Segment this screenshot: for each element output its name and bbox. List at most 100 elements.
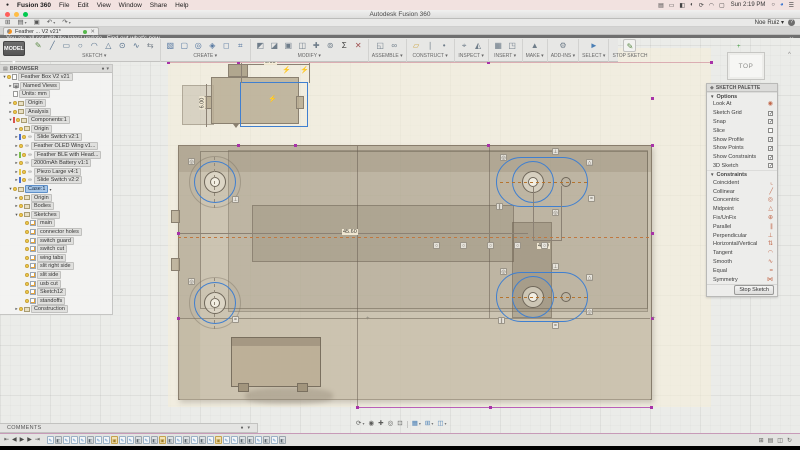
constraint-badge-icon[interactable]: ∥	[498, 317, 505, 324]
sketch-point[interactable]	[177, 317, 180, 320]
stop-sketch-icon[interactable]: ✎	[623, 39, 636, 52]
timeline-solid-feature[interactable]: ◧	[135, 436, 142, 444]
constraint-badge-icon[interactable]: ◎	[500, 154, 507, 161]
display-settings-icon[interactable]: ▦▾	[412, 419, 421, 429]
timeline-solid-feature[interactable]: ◧	[247, 436, 254, 444]
visibility-bulb-icon[interactable]	[25, 230, 29, 234]
visibility-bulb-icon[interactable]	[19, 161, 23, 165]
constraint-perpendicular-icon[interactable]: ⊥	[768, 232, 773, 240]
sketch-point[interactable]	[294, 144, 297, 147]
pattern-icon[interactable]: ⌗	[234, 39, 247, 52]
constraint-badge-icon[interactable]: ○	[433, 242, 440, 249]
palette-option-sketch-grid[interactable]: Sketch Grid✓	[707, 109, 777, 118]
redo-icon[interactable]: ↷▾	[62, 19, 70, 27]
ellipse-icon[interactable]: ⊙	[116, 39, 129, 52]
constraint-badge-icon[interactable]: ⊥	[552, 148, 559, 155]
document-tab[interactable]: Feather ... V2 v21* ✕	[3, 27, 99, 35]
viewports-icon-dropdown[interactable]: ▾	[445, 421, 447, 426]
browser-item-origin[interactable]: ▸Origin	[0, 99, 112, 108]
browser-item-sketches[interactable]: ▾Sketches	[0, 211, 112, 220]
combine-icon[interactable]: ◫	[296, 39, 309, 52]
palette-option-look-at[interactable]: Look At◉	[707, 100, 777, 109]
offset-plane-icon[interactable]: ▱	[410, 39, 423, 52]
constraint-badge-icon[interactable]: ⊥	[552, 263, 559, 270]
loft-icon[interactable]: ◻	[220, 39, 233, 52]
constraint-coincident[interactable]: Coincident⌞	[707, 178, 777, 187]
timeline-sketch-feature[interactable]: ✎	[143, 436, 150, 444]
ribbon-group-label[interactable]: MODIFY ▾	[298, 53, 321, 59]
browser-item-standoffs[interactable]: standoffs	[0, 296, 112, 305]
constraint-tangent[interactable]: Tangent◠	[707, 249, 777, 258]
change-parameters-icon[interactable]: Σ	[338, 39, 351, 52]
browser-collapse-icon[interactable]: ▾	[106, 66, 109, 72]
visibility-bulb-icon[interactable]	[25, 299, 29, 303]
constraint-badge-icon[interactable]: ○	[487, 242, 494, 249]
menubar-item-window[interactable]: Window	[119, 2, 142, 9]
visibility-bulb-icon[interactable]	[22, 135, 26, 139]
ribbon-group-label[interactable]: CONSTRUCT ▾	[413, 53, 448, 59]
browser-item-components-1[interactable]: ▾Components:1	[0, 116, 112, 125]
visibility-bulb-icon[interactable]	[7, 75, 11, 79]
sketch-line-vertical-1[interactable]	[357, 146, 358, 406]
option-checkbox[interactable]: ✓	[768, 163, 773, 168]
constraint-badge-icon[interactable]: △	[586, 159, 593, 166]
comments-bar[interactable]: COMMENTS ●▾	[0, 423, 258, 433]
browser-item-construction[interactable]: ▸Construction	[0, 305, 112, 314]
timeline-sketch-feature[interactable]: ✎	[95, 436, 102, 444]
display-settings-icon-dropdown[interactable]: ▾	[419, 421, 421, 426]
construction-centerline[interactable]	[178, 237, 652, 238]
notification-center-icon[interactable]: ▢	[719, 2, 725, 9]
visibility-bulb-icon[interactable]	[25, 221, 29, 225]
insert-mesh-icon[interactable]: ▦	[492, 39, 505, 52]
constraint-midpoint-icon[interactable]: △	[768, 205, 773, 213]
help-menu-icon[interactable]: ?	[788, 19, 795, 26]
constraint-perpendicular[interactable]: Perpendicular⊥	[707, 231, 777, 240]
browser-item-case-1[interactable]: ▾Case:1▾	[0, 185, 112, 194]
measure-icon[interactable]: ⌖	[458, 39, 471, 52]
undo-icon[interactable]: ↶▾	[47, 19, 55, 27]
option-checkbox[interactable]: ✓	[768, 146, 773, 151]
constraint-badge-icon[interactable]: =	[232, 316, 239, 323]
wifi-icon[interactable]: ◠	[709, 2, 714, 9]
sketch-point[interactable]	[356, 406, 359, 409]
time-machine-icon[interactable]: ⟳	[699, 2, 704, 9]
constraint-parallel[interactable]: Parallel∥	[707, 222, 777, 231]
browser-item-switch-cut[interactable]: switch cut	[0, 245, 112, 254]
point-icon[interactable]: •	[438, 39, 451, 52]
sketch-point[interactable]	[650, 406, 653, 409]
timeline-sketch-feature[interactable]: ✎	[63, 436, 70, 444]
user-menu[interactable]: Noe Ruiz ▾	[755, 19, 784, 26]
stop-sketch-button[interactable]: Stop Sketch	[734, 285, 774, 295]
standoff-hole-tl[interactable]	[210, 177, 220, 187]
timeline-solid-feature[interactable]: ◧	[239, 436, 246, 444]
apple-menu-icon[interactable]: ●	[6, 2, 9, 8]
comments-expand-icon[interactable]: ▾	[247, 425, 250, 431]
visibility-bulb-icon[interactable]	[25, 273, 29, 277]
constraint-concentric-icon[interactable]: ◎	[768, 196, 773, 204]
option-checkbox[interactable]: ✓	[768, 119, 773, 124]
go-to-start-icon[interactable]: ⇤	[4, 434, 9, 447]
browser-item-origin[interactable]: ▸Origin	[0, 193, 112, 202]
visibility-bulb-icon[interactable]	[19, 204, 23, 208]
viewcube-home-icon[interactable]: +	[737, 44, 741, 50]
new-component-icon[interactable]: ◱	[374, 39, 387, 52]
browser-item-switch-guard[interactable]: switch guard	[0, 236, 112, 245]
menubar-item-share[interactable]: Share	[150, 2, 167, 9]
switch-selection-rect[interactable]	[240, 82, 308, 127]
axis-icon[interactable]: ∣	[424, 39, 437, 52]
visibility-bulb-icon[interactable]	[25, 282, 29, 286]
ribbon-group-label[interactable]: CREATE ▾	[193, 53, 217, 59]
timeline-group-icon[interactable]: ⊞	[759, 437, 764, 444]
timeline-solid-feature[interactable]: ◧	[279, 436, 286, 444]
timeline-solid-feature[interactable]: ◧	[183, 436, 190, 444]
visibility-bulb-icon[interactable]	[19, 196, 23, 200]
constraint-horizontal-vertical[interactable]: Horizontal/Vertical⇅	[707, 240, 777, 249]
revolve-icon[interactable]: ◎	[192, 39, 205, 52]
timeline-publish-icon[interactable]: ▤	[768, 437, 774, 444]
browser-item-wing-tabs[interactable]: wing tabs	[0, 253, 112, 262]
look-at-icon[interactable]: ◉	[368, 419, 374, 429]
constraint-horizontal-vertical-icon[interactable]: ⇅	[768, 240, 773, 248]
constraint-badge-icon[interactable]: ⊥	[232, 196, 239, 203]
timeline-component-feature[interactable]: ▣	[159, 436, 166, 444]
sketch-line-vertical-2[interactable]	[489, 146, 490, 318]
